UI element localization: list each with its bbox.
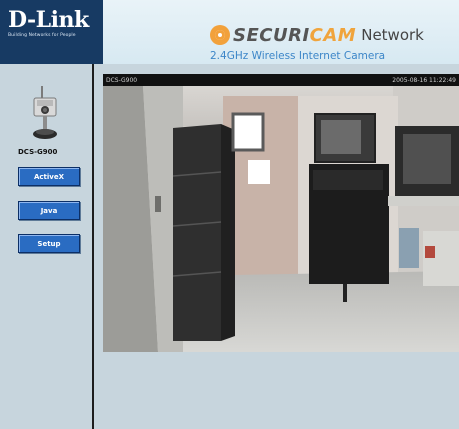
securicam-brand: SECURICAM Network — [210, 24, 424, 46]
brand-name: SECURICAM — [233, 25, 356, 46]
brand-highlight: CAM — [309, 24, 357, 46]
java-button[interactable]: Java — [18, 201, 80, 220]
activex-button[interactable]: ActiveX — [18, 167, 80, 186]
dlink-tagline: Building Networks for People — [8, 33, 76, 38]
camera-model-label: DCS-G900 — [18, 148, 58, 156]
dlink-logo: D-Link — [8, 7, 89, 33]
brand-prefix: SECURI — [233, 24, 310, 46]
brand-suffix: Network — [361, 26, 424, 44]
video-camera-name: DCS-G900 — [106, 76, 138, 84]
camera-product-icon — [33, 86, 57, 139]
video-overlay-bar: DCS-G900 2005-08-16 11:22:49 — [103, 74, 459, 86]
dlink-logo-block: D-Link Building Networks for People — [0, 0, 103, 64]
setup-button[interactable]: Setup — [18, 234, 80, 253]
video-timestamp: 2005-08-16 11:22:49 — [392, 76, 456, 84]
live-video-feed — [103, 86, 459, 352]
securicam-logo-icon — [210, 25, 230, 45]
product-subtitle: 2.4GHz Wireless Internet Camera — [210, 50, 386, 62]
header-banner: D-Link Building Networks for People SECU… — [0, 0, 459, 64]
